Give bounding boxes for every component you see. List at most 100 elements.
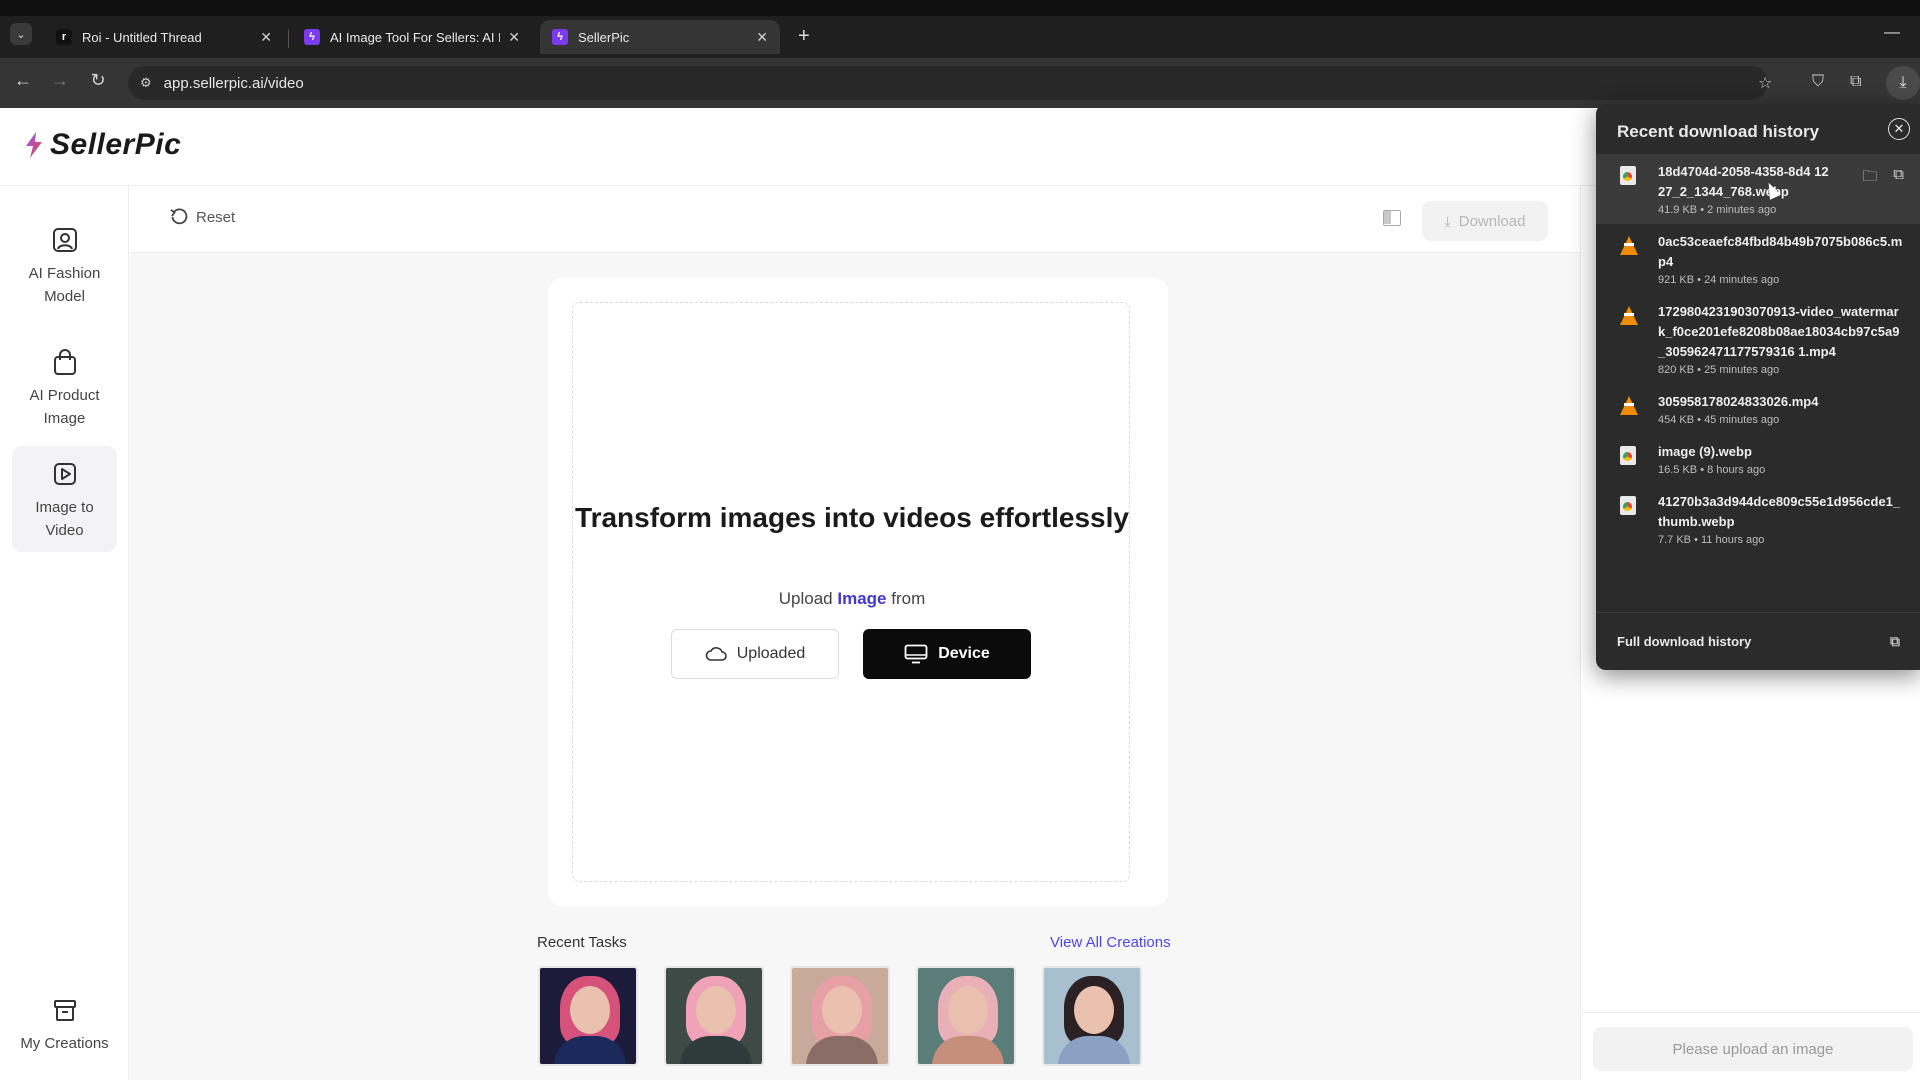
close-icon[interactable]: ✕ bbox=[1888, 118, 1910, 140]
download-item[interactable]: image (9).webp 16.5 KB • 8 hours ago bbox=[1596, 434, 1920, 484]
sidebar-item-my-creations[interactable]: My Creations bbox=[12, 982, 117, 1065]
sellerpic-favicon-icon: ϟ bbox=[552, 29, 568, 45]
hero-subtitle: Upload Image from bbox=[778, 589, 926, 608]
download-button[interactable]: ⤓ Download bbox=[1422, 201, 1548, 241]
download-item[interactable]: 18d4704d-2058-4358-8d4 1227_2_1344_768.w… bbox=[1596, 154, 1920, 224]
download-history-title: Recent download history bbox=[1617, 122, 1820, 141]
recent-task-thumbnail[interactable] bbox=[664, 966, 764, 1066]
full-download-history-link[interactable]: Full download history ⧉ bbox=[1596, 612, 1920, 670]
download-item[interactable]: 0ac53ceaefc84fbd84b49b7075b086c5.mp4 921… bbox=[1596, 224, 1920, 294]
reset-button[interactable]: Reset bbox=[170, 208, 235, 226]
tab-sellerpic[interactable]: ϟ SellerPic ✕ bbox=[540, 20, 780, 54]
image-highlight: Image bbox=[837, 589, 887, 608]
image-file-icon bbox=[1620, 166, 1638, 186]
cloud-icon bbox=[705, 647, 727, 661]
minimize-window-icon[interactable]: — bbox=[1884, 24, 1900, 42]
recent-task-thumbnail[interactable] bbox=[1042, 966, 1142, 1066]
forward-arrow-icon[interactable]: → bbox=[47, 70, 73, 91]
generate-button-disabled[interactable]: Please upload an image bbox=[1593, 1027, 1913, 1071]
download-filename: 0ac53ceaefc84fbd84b49b7075b086c5.mp4 bbox=[1658, 234, 1903, 269]
download-item[interactable]: 305958178024833026.mp4 454 KB • 45 minut… bbox=[1596, 384, 1920, 434]
image-file-icon bbox=[1620, 496, 1638, 516]
show-in-folder-icon[interactable]: 🗀 bbox=[1862, 166, 1877, 191]
url-text: app.sellerpic.ai/video bbox=[163, 74, 304, 92]
reset-label: Reset bbox=[196, 208, 236, 226]
upload-card: Transform images into videos effortlessl… bbox=[548, 278, 1168, 906]
sidebar-item-image-to-video[interactable]: Image to Video bbox=[12, 446, 117, 552]
shield-extension-icon[interactable]: ⛉ bbox=[1812, 73, 1824, 91]
download-meta: 454 KB • 45 minutes ago bbox=[1658, 414, 1780, 426]
tab-search-chevron-icon[interactable]: ⌄ bbox=[10, 23, 32, 45]
recent-task-thumbnail[interactable] bbox=[538, 966, 638, 1066]
sidebar-item-label: Image to Video bbox=[35, 499, 94, 539]
vlc-cone-icon bbox=[1620, 236, 1638, 256]
open-external-icon[interactable]: ⧉ bbox=[1893, 166, 1904, 191]
download-list: 18d4704d-2058-4358-8d4 1227_2_1344_768.w… bbox=[1596, 154, 1920, 612]
recent-tasks-label: Recent Tasks bbox=[537, 934, 627, 951]
recent-tasks-thumbnails bbox=[538, 966, 1168, 1066]
sidebar-item-ai-product-image[interactable]: AI Product Image bbox=[12, 334, 117, 440]
sellerpic-logo[interactable]: SellerPic bbox=[24, 128, 181, 162]
play-square-icon bbox=[53, 463, 76, 485]
close-tab-icon[interactable]: ✕ bbox=[508, 29, 520, 46]
download-filename: image (9).webp bbox=[1658, 444, 1752, 459]
view-all-creations-link[interactable]: View All Creations bbox=[1050, 934, 1171, 951]
sidebar-item-label: My Creations bbox=[20, 1035, 109, 1052]
full-download-history-label: Full download history bbox=[1617, 634, 1752, 649]
tab-title: SellerPic bbox=[578, 29, 630, 45]
uploaded-button[interactable]: Uploaded bbox=[671, 629, 839, 679]
tab-roi[interactable]: r Roi - Untitled Thread ✕ bbox=[44, 20, 284, 54]
download-item[interactable]: 1729804231903070913-video_watermark_f0ce… bbox=[1596, 294, 1920, 384]
upload-dropzone[interactable]: Transform images into videos effortlessl… bbox=[572, 302, 1130, 882]
main-workspace: Reset ⤓ Download Transform images into v… bbox=[130, 186, 1580, 1080]
sidebar-item-label: AI Product Image bbox=[29, 387, 100, 427]
uploaded-label: Uploaded bbox=[736, 645, 806, 662]
download-item[interactable]: 41270b3a3d944dce809c55e1d956cde1_thumb.w… bbox=[1596, 484, 1920, 554]
sidebar-item-label: AI Fashion Model bbox=[28, 265, 101, 305]
site-info-icon[interactable]: ⚙ bbox=[140, 75, 152, 91]
sidebar: AI Fashion Model AI Product Image Image … bbox=[0, 186, 129, 1080]
logo-text: SellerPic bbox=[50, 128, 182, 161]
download-meta: 921 KB • 24 minutes ago bbox=[1658, 274, 1780, 286]
reload-icon[interactable]: ↻ bbox=[85, 70, 111, 91]
vlc-cone-icon bbox=[1620, 306, 1638, 326]
monitor-icon bbox=[904, 644, 928, 664]
device-button[interactable]: Device bbox=[863, 629, 1031, 679]
download-filename: 41270b3a3d944dce809c55e1d956cde1_thumb.w… bbox=[1658, 494, 1901, 529]
recent-task-thumbnail[interactable] bbox=[790, 966, 890, 1066]
download-meta: 41.9 KB • 2 minutes ago bbox=[1658, 204, 1777, 216]
bookmark-star-icon[interactable]: ☆ bbox=[1758, 73, 1772, 93]
sidebar-item-ai-fashion-model[interactable]: AI Fashion Model bbox=[12, 212, 117, 318]
sellerpic-favicon-icon: ϟ bbox=[304, 29, 320, 45]
tab-title: AI Image Tool For Sellers: AI Fa bbox=[330, 29, 501, 45]
tab-title: Roi - Untitled Thread bbox=[82, 29, 202, 45]
new-tab-plus-icon[interactable]: + bbox=[798, 25, 810, 48]
download-meta: 7.7 KB • 11 hours ago bbox=[1658, 534, 1765, 546]
download-meta: 820 KB • 25 minutes ago bbox=[1658, 364, 1780, 376]
downloads-icon[interactable]: ⤓ bbox=[1886, 66, 1920, 100]
download-icon: ⤓ bbox=[1444, 212, 1451, 229]
image-file-icon bbox=[1620, 446, 1638, 466]
open-external-icon[interactable]: ⧉ bbox=[1890, 633, 1900, 650]
close-tab-icon[interactable]: ✕ bbox=[260, 29, 272, 46]
download-filename: 1729804231903070913-video_watermark_f0ce… bbox=[1658, 304, 1900, 359]
reset-icon bbox=[170, 208, 188, 225]
download-meta: 16.5 KB • 8 hours ago bbox=[1658, 464, 1766, 476]
workspace-toolbar: Reset ⤓ Download bbox=[130, 186, 1580, 253]
right-panel-footer: Please upload an image bbox=[1581, 1012, 1920, 1080]
recent-task-thumbnail[interactable] bbox=[916, 966, 1016, 1066]
compare-view-icon[interactable] bbox=[1383, 210, 1401, 226]
browser-toolbar: ← → ↻ ⚙ app.sellerpic.ai/video ☆ ⛉ ⧉ ⤓ bbox=[0, 58, 1920, 108]
browser-tab-bar: ⌄ r Roi - Untitled Thread ✕ ϟ AI Image T… bbox=[0, 0, 1920, 58]
user-portrait-icon bbox=[52, 228, 77, 252]
tab-ai-image-tool[interactable]: ϟ AI Image Tool For Sellers: AI Fa ✕ bbox=[292, 20, 532, 54]
extensions-puzzle-icon[interactable]: ⧉ bbox=[1850, 73, 1861, 91]
lightning-logo-icon bbox=[26, 132, 42, 158]
close-tab-icon[interactable]: ✕ bbox=[756, 29, 768, 46]
download-history-popup: Recent download history ✕ 18d4704d-2058-… bbox=[1596, 104, 1920, 670]
hero-title: Transform images into videos effortlessl… bbox=[575, 502, 1129, 533]
back-arrow-icon[interactable]: ← bbox=[10, 70, 36, 91]
download-filename: 305958178024833026.mp4 bbox=[1658, 394, 1819, 409]
address-bar[interactable]: ⚙ app.sellerpic.ai/video bbox=[128, 66, 1768, 100]
download-label: Download bbox=[1458, 212, 1526, 230]
